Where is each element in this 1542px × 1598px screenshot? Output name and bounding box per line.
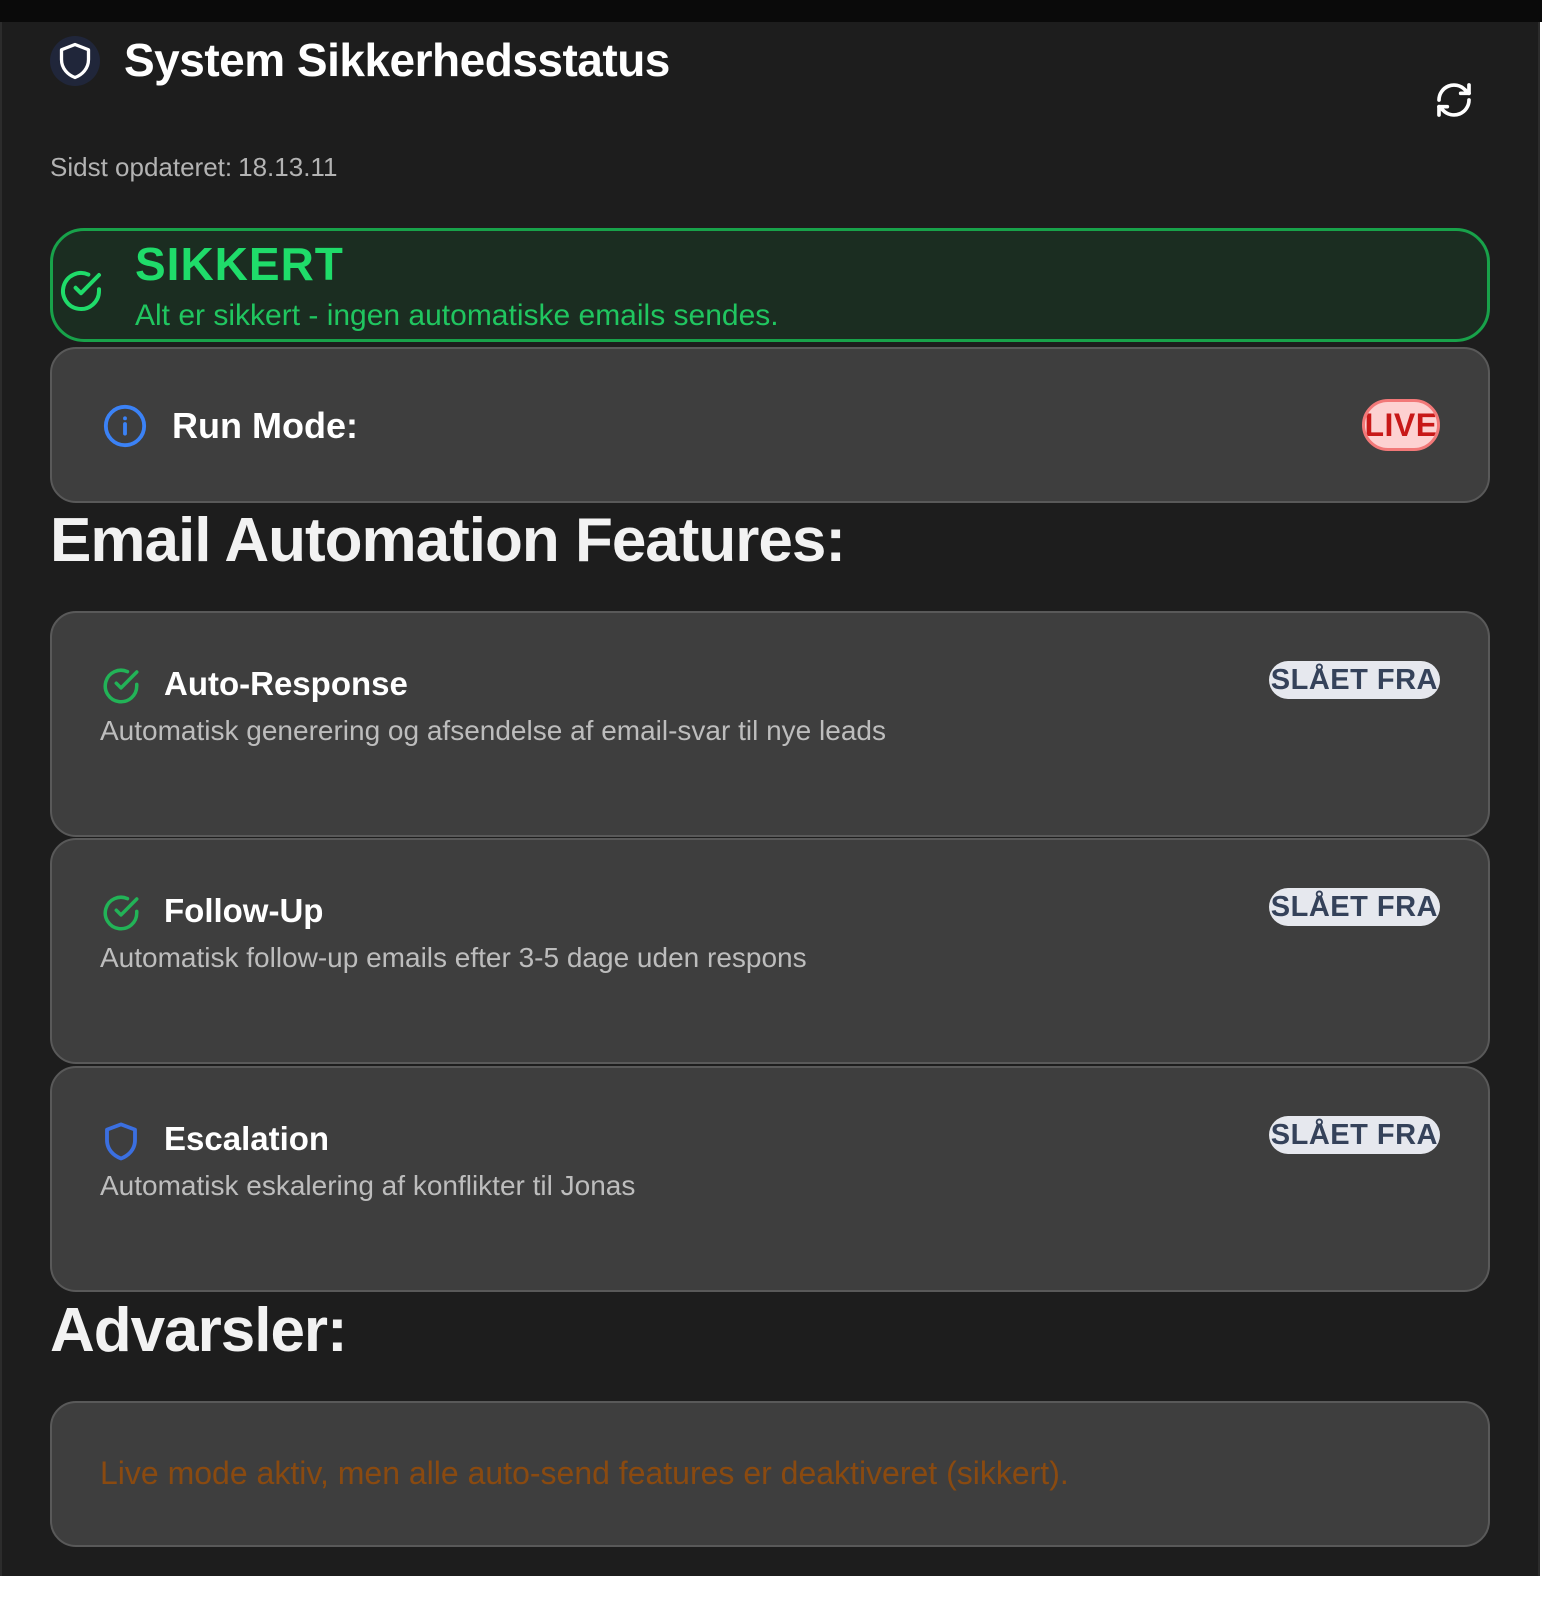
feature-description: Automatisk generering og afsendelse af e… [100, 715, 886, 746]
last-updated-label: Sidst opdateret: [50, 152, 233, 182]
status-banner: SIKKERT Alt er sikkert - ingen automatis… [50, 228, 1490, 342]
run-mode-label: Run Mode: [172, 405, 358, 446]
feature-title: Follow-Up [164, 892, 324, 929]
last-updated: Sidst opdateret: 18.13.11 [50, 152, 337, 183]
feature-card-auto-response: Auto-Response Automatisk generering og a… [50, 611, 1490, 837]
feature-description: Automatisk follow-up emails efter 3-5 da… [100, 942, 807, 973]
check-circle-icon [103, 668, 139, 704]
shield-icon [105, 1122, 137, 1161]
status-badge: SLÅET FRA [1268, 661, 1440, 699]
refresh-icon [1437, 83, 1471, 117]
feature-title: Escalation [164, 1120, 330, 1157]
shield-icon [50, 36, 100, 86]
status-badge: SLÅET FRA [1268, 1116, 1440, 1154]
page-bottom-strip [0, 1576, 1542, 1598]
page-title: System Sikkerhedsstatus [124, 34, 670, 86]
feature-card-escalation: Escalation Automatisk eskalering af konf… [50, 1066, 1490, 1292]
refresh-button[interactable] [1432, 78, 1476, 122]
feature-description: Automatisk eskalering af konflikter til … [100, 1170, 636, 1201]
warnings-heading: Advarsler: [50, 1296, 348, 1365]
features-heading: Email Automation Features: [50, 506, 846, 575]
check-circle-icon [61, 271, 101, 311]
feature-card-follow-up: Follow-Up Automatisk follow-up emails ef… [50, 838, 1490, 1064]
run-mode-card: Run Mode: LIVE [50, 347, 1490, 503]
panel-header: System Sikkerhedsstatus [50, 30, 1490, 120]
window-top-bar [0, 0, 1542, 22]
run-mode-badge: LIVE [1362, 399, 1440, 451]
check-circle-icon [103, 895, 139, 931]
feature-title: Auto-Response [164, 665, 408, 702]
status-message: Alt er sikkert - ingen automatiske email… [135, 299, 779, 332]
info-icon [103, 404, 147, 448]
status-title: SIKKERT [135, 238, 344, 290]
status-badge: SLÅET FRA [1268, 888, 1440, 926]
last-updated-value: 18.13.11 [238, 152, 338, 182]
warning-message: Live mode aktiv, men alle auto-send feat… [100, 1455, 1069, 1491]
warning-card: Live mode aktiv, men alle auto-send feat… [50, 1401, 1490, 1547]
